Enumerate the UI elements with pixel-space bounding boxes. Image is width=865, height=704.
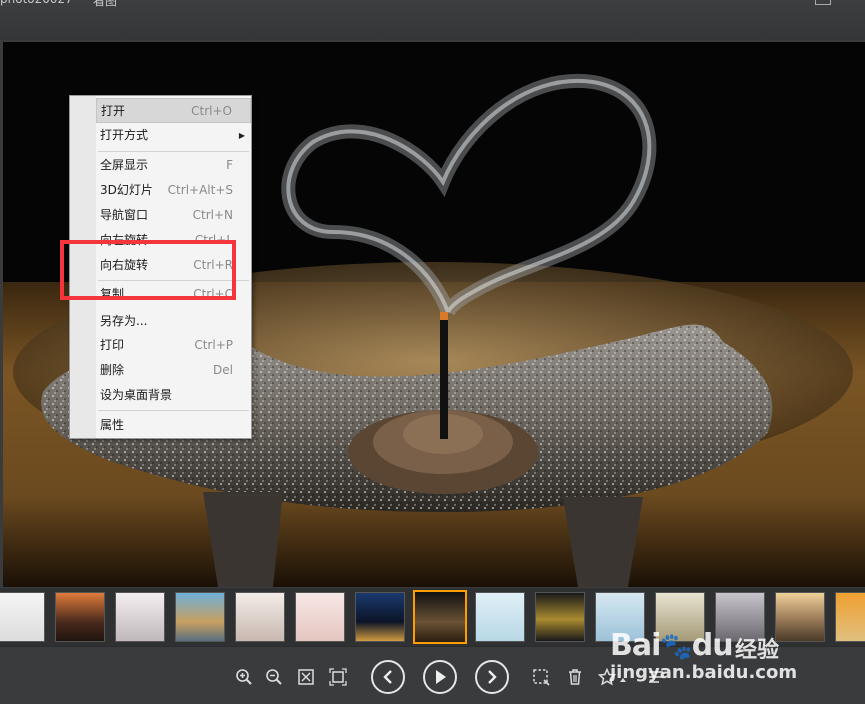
thumbnail-woman-portrait[interactable] xyxy=(835,592,865,642)
thumbnail-gold-bar[interactable] xyxy=(535,592,585,642)
thumbnail-coast-woman[interactable] xyxy=(175,592,225,642)
previous-icon[interactable] xyxy=(371,660,405,694)
thumbnail-flowers[interactable] xyxy=(0,592,45,642)
fit-window-icon[interactable] xyxy=(296,667,316,687)
watermark-brand: Bai🐾du xyxy=(610,628,734,663)
menu-item-shortcut: Ctrl+P xyxy=(194,338,233,352)
menu-item-label: 设为桌面背景 xyxy=(100,388,173,402)
menu-item-label: 打开方式 xyxy=(100,128,149,142)
thumbnail-flowers-vase[interactable] xyxy=(115,592,165,642)
thumbnail-city-sunset[interactable] xyxy=(55,592,105,642)
play-icon[interactable] xyxy=(423,660,457,694)
menu-item-3d-slideshow[interactable]: 3D幻灯片 Ctrl+Alt+S xyxy=(96,178,251,203)
thumbnail-incense-heart[interactable] xyxy=(413,590,467,644)
menu-item-label: 导航窗口 xyxy=(100,208,149,222)
menu-item-shortcut: Ctrl+O xyxy=(191,104,232,118)
app-title: 看图 xyxy=(93,0,118,8)
menu-item-set-wallpaper[interactable]: 设为桌面背景 xyxy=(96,383,251,408)
menu-item-fullscreen[interactable]: 全屏显示 F xyxy=(96,153,251,178)
menu-item-label: 删除 xyxy=(100,363,125,377)
crop-icon[interactable] xyxy=(531,667,551,687)
watermark-product: 经验 xyxy=(735,638,780,663)
menu-item-delete[interactable]: 删除 Del xyxy=(96,358,251,383)
menu-item-label: 打开 xyxy=(101,104,126,118)
window-control-icon[interactable] xyxy=(815,0,831,5)
menu-item-label: 3D幻灯片 xyxy=(100,183,153,197)
menu-item-shortcut: F xyxy=(226,158,233,172)
file-name: photo20027 xyxy=(0,0,73,6)
menu-item-open[interactable]: 打开 Ctrl+O xyxy=(96,98,251,123)
actual-size-icon[interactable] xyxy=(328,667,348,687)
menu-item-label: 全屏显示 xyxy=(100,158,149,172)
menu-item-print[interactable]: 打印 Ctrl+P xyxy=(96,333,251,358)
menu-item-shortcut: Ctrl+N xyxy=(192,208,233,222)
watermark-url: jingyan.baidu.com xyxy=(610,662,798,683)
menu-item-label: 打印 xyxy=(100,338,125,352)
menu-item-navigator[interactable]: 导航窗口 Ctrl+N xyxy=(96,203,251,228)
title-bar: photo20027 看图 xyxy=(0,0,865,40)
menu-item-label: 属性 xyxy=(100,418,125,432)
submenu-arrow-icon: ▶ xyxy=(238,131,245,140)
thumbnail-hearts-card[interactable] xyxy=(235,592,285,642)
thumbnail-bottle-flowers[interactable] xyxy=(475,592,525,642)
thumbnail-night-city[interactable] xyxy=(355,592,405,642)
menu-item-open-with[interactable]: 打开方式 ▶ xyxy=(96,123,251,148)
baidu-jingyan-watermark: Bai🐾du 经验 jingyan.baidu.com xyxy=(610,600,815,690)
delete-icon[interactable] xyxy=(565,667,585,687)
menu-item-save-as[interactable]: 另存为... xyxy=(96,309,251,334)
thumbnail-hands-heart[interactable] xyxy=(295,592,345,642)
menu-separator xyxy=(98,151,249,152)
zoom-out-icon[interactable] xyxy=(264,667,284,687)
menu-item-shortcut: Del xyxy=(213,363,233,377)
next-icon[interactable] xyxy=(475,660,509,694)
menu-item-label: 另存为... xyxy=(100,314,148,328)
highlight-annotation-box xyxy=(60,240,236,300)
menu-item-properties[interactable]: 属性 xyxy=(96,413,251,438)
zoom-in-icon[interactable] xyxy=(234,667,254,687)
menu-item-shortcut: Ctrl+Alt+S xyxy=(167,183,233,197)
menu-separator xyxy=(98,410,249,411)
